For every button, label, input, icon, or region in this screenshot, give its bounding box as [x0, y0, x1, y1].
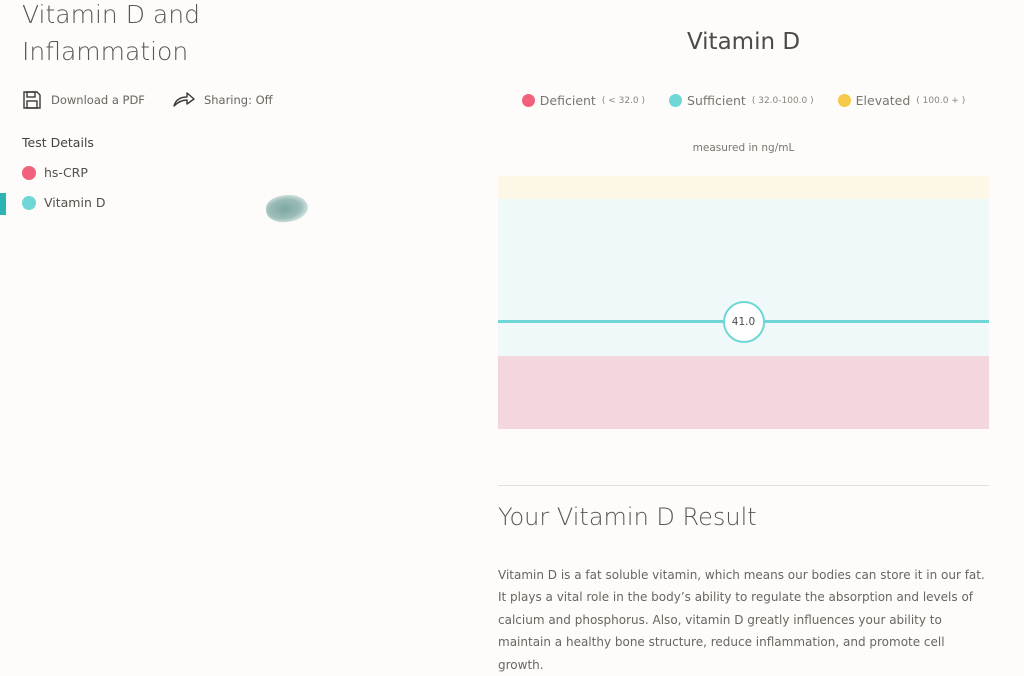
legend-label: Elevated	[855, 93, 911, 108]
active-indicator	[0, 193, 6, 215]
legend-dot-icon	[837, 94, 851, 107]
sidebar-item-label: Vitamin D	[44, 195, 106, 210]
chart-legend: Deficient ( < 32.0 ) Sufficient ( 32.0-1…	[498, 93, 989, 108]
legend-dot-icon	[669, 94, 683, 107]
page-title: Vitamin D and Inflammation	[22, 0, 200, 66]
download-pdf-label: Download a PDF	[51, 93, 145, 107]
band-elevated	[498, 176, 989, 199]
save-icon	[22, 90, 42, 110]
legend-item-deficient: Deficient ( < 32.0 )	[521, 93, 646, 108]
legend-range: ( 100.0 + )	[916, 95, 966, 106]
sidebar-item-vitamin-d[interactable]: Vitamin D	[22, 195, 105, 210]
units-label: measured in ng/mL	[692, 142, 795, 154]
result-description: Vitamin D is a fat soluble vitamin, whic…	[498, 568, 985, 672]
legend-label: Deficient	[539, 93, 596, 108]
status-dot-icon	[22, 165, 36, 180]
download-pdf-button[interactable]: Download a PDF	[22, 90, 145, 110]
band-deficient	[498, 356, 989, 429]
legend-range: ( 32.0-100.0 )	[751, 95, 814, 106]
test-details-heading: Test Details	[22, 135, 94, 150]
sharing-label: Sharing: Off	[203, 93, 273, 107]
sidebar-item-label: hs-CRP	[44, 165, 88, 180]
right-panel: Vitamin D Deficient ( < 32.0 ) Sufficien…	[498, 0, 989, 672]
legend-label: Sufficient	[687, 93, 746, 108]
divider	[498, 485, 989, 486]
status-dot-icon	[22, 195, 36, 210]
chart-title: Vitamin D	[686, 29, 801, 55]
legend-dot-icon	[521, 94, 535, 107]
legend-item-sufficient: Sufficient ( 32.0-100.0 )	[669, 93, 814, 108]
sidebar-item-hs-crp[interactable]: hs-CRP	[22, 165, 88, 180]
legend-item-elevated: Elevated ( 100.0 + )	[837, 93, 966, 108]
share-arrow-icon	[173, 92, 195, 108]
decorative-smudge	[264, 192, 310, 225]
sharing-toggle[interactable]: Sharing: Off	[173, 92, 273, 108]
left-panel: Vitamin D and Inflammation Download a PD…	[0, 0, 470, 650]
result-value-marker[interactable]: 41.0	[722, 300, 765, 343]
action-bar: Download a PDF Sharing: Off	[22, 90, 273, 110]
range-chart: 41.0	[498, 176, 989, 429]
legend-range: ( < 32.0 )	[601, 95, 646, 106]
result-value: 41.0	[731, 315, 756, 328]
result-heading: Your Vitamin D Result	[498, 503, 757, 531]
